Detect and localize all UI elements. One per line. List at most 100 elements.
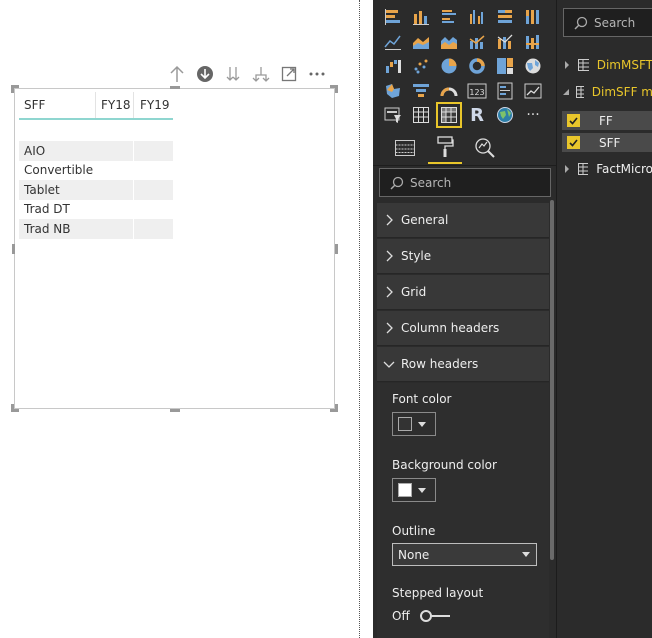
row-header: Trad DT — [24, 202, 70, 217]
format-search-placeholder: Search — [410, 175, 452, 190]
matrix-header-fy19[interactable]: FY19 — [133, 92, 173, 118]
visualizations-pane: 123 R ··· Search General Style Grid Colu… — [373, 0, 556, 638]
100-stacked-bar-icon[interactable] — [493, 5, 517, 29]
field-ff[interactable]: FF — [562, 111, 652, 130]
section-style[interactable]: Style — [377, 239, 549, 274]
line-stacked-column-icon[interactable] — [493, 30, 517, 54]
font-color-picker[interactable] — [392, 412, 436, 436]
field-table-factmicro[interactable]: FactMicro — [557, 157, 652, 181]
area-chart-icon[interactable] — [409, 30, 433, 54]
fields-search-input[interactable]: Search — [563, 8, 652, 37]
row-headers-properties: Font color Background color Outline None… — [377, 383, 549, 638]
field-sff[interactable]: SFF — [562, 133, 652, 152]
section-style-label: Style — [401, 249, 432, 263]
multi-row-card-icon[interactable] — [493, 79, 517, 103]
outline-label: Outline — [392, 524, 436, 538]
gauge-icon[interactable] — [437, 79, 461, 103]
more-visuals-label: ··· — [526, 107, 540, 123]
more-visuals-icon[interactable]: ··· — [521, 103, 545, 127]
kpi-icon[interactable] — [521, 79, 545, 103]
stacked-column-icon[interactable] — [409, 5, 433, 29]
chevron-down-icon — [418, 421, 426, 427]
report-canvas[interactable]: SFF FY18 FY19 AIO Convertible Tablet Tra… — [0, 0, 360, 638]
focus-mode-icon[interactable] — [278, 64, 300, 84]
expand-next-level-icon[interactable] — [250, 64, 272, 84]
section-grid-label: Grid — [401, 285, 427, 299]
more-options-icon[interactable] — [306, 64, 328, 84]
donut-icon[interactable] — [465, 54, 489, 78]
scatter-icon[interactable] — [409, 54, 433, 78]
pane-tabs — [373, 128, 556, 166]
field-table-dimsff[interactable]: DimSFF m — [557, 80, 652, 104]
globe-icon[interactable] — [493, 103, 517, 127]
matrix-table: SFF FY18 FY19 AIO Convertible Tablet Tra… — [19, 92, 173, 239]
matrix-header-row: SFF FY18 FY19 — [19, 92, 173, 120]
expand-all-icon[interactable] — [222, 64, 244, 84]
visualization-gallery: 123 R ··· — [381, 5, 547, 128]
table-row[interactable]: Convertible — [19, 160, 173, 180]
resize-handle-bl[interactable] — [11, 409, 19, 412]
table-row[interactable]: AIO — [19, 141, 173, 161]
r-visual-icon[interactable]: R — [465, 103, 489, 127]
clustered-bar-icon[interactable] — [437, 5, 461, 29]
resize-handle-right[interactable] — [335, 244, 338, 254]
stepped-layout-label: Stepped layout — [392, 586, 484, 600]
clustered-column-icon[interactable] — [465, 5, 489, 29]
card-icon[interactable]: 123 — [465, 79, 489, 103]
format-tab-icon[interactable] — [428, 132, 462, 164]
resize-handle-bottom[interactable] — [170, 409, 180, 412]
map-icon[interactable] — [521, 54, 545, 78]
analytics-tab-icon[interactable] — [468, 132, 502, 164]
drill-up-icon[interactable] — [166, 64, 188, 84]
outline-dropdown[interactable]: None — [392, 543, 537, 566]
section-row-headers[interactable]: Row headers — [377, 347, 549, 382]
line-chart-icon[interactable] — [381, 30, 405, 54]
background-color-label: Background color — [392, 458, 497, 472]
canvas-divider — [359, 0, 360, 638]
resize-handle-top[interactable] — [170, 86, 180, 89]
100-stacked-column-icon[interactable] — [521, 5, 545, 29]
chevron-right-icon — [379, 286, 399, 298]
chevron-down-icon — [379, 360, 399, 368]
table-icon[interactable] — [409, 103, 433, 127]
table-row[interactable]: Trad NB — [19, 219, 173, 239]
background-color-picker[interactable] — [392, 478, 436, 502]
font-color-swatch — [398, 417, 412, 431]
checkbox-checked-icon[interactable] — [567, 114, 580, 127]
outline-value: None — [398, 547, 430, 562]
pie-icon[interactable] — [437, 54, 461, 78]
resize-handle-left[interactable] — [12, 244, 15, 254]
treemap-icon[interactable] — [493, 54, 517, 78]
stacked-bar-icon[interactable] — [381, 5, 405, 29]
slicer-icon[interactable] — [381, 103, 405, 127]
drill-down-icon[interactable] — [194, 64, 216, 84]
resize-handle-br[interactable] — [330, 409, 338, 412]
fields-tab-icon[interactable] — [388, 132, 422, 164]
table-row[interactable]: Trad DT — [19, 199, 173, 219]
matrix-header-sff[interactable]: SFF — [19, 98, 95, 112]
ribbon-chart-icon[interactable] — [521, 30, 545, 54]
format-pane-scrollbar[interactable] — [550, 200, 554, 560]
resize-handle-tl-v[interactable] — [11, 85, 14, 93]
search-icon — [390, 176, 404, 190]
stepped-layout-toggle[interactable] — [419, 610, 450, 622]
section-general[interactable]: General — [377, 203, 549, 238]
stacked-area-icon[interactable] — [437, 30, 461, 54]
checkbox-checked-icon[interactable] — [567, 136, 580, 149]
section-general-label: General — [401, 213, 449, 227]
format-search-input[interactable]: Search — [379, 168, 551, 197]
section-grid[interactable]: Grid — [377, 275, 549, 310]
matrix-header-fy18[interactable]: FY18 — [95, 92, 133, 118]
waterfall-icon[interactable] — [381, 54, 405, 78]
table-row[interactable]: Tablet — [19, 180, 173, 200]
funnel-icon[interactable] — [409, 79, 433, 103]
table-icon — [576, 86, 584, 98]
matrix-icon[interactable] — [436, 102, 462, 128]
resize-handle-tr-v[interactable] — [335, 85, 338, 93]
section-column-headers[interactable]: Column headers — [377, 311, 549, 346]
table-icon — [578, 163, 589, 175]
line-clustered-column-icon[interactable] — [465, 30, 489, 54]
field-table-dimmsft[interactable]: DimMSFT — [557, 53, 652, 77]
filled-map-icon[interactable] — [381, 79, 405, 103]
row-cell — [133, 160, 173, 180]
